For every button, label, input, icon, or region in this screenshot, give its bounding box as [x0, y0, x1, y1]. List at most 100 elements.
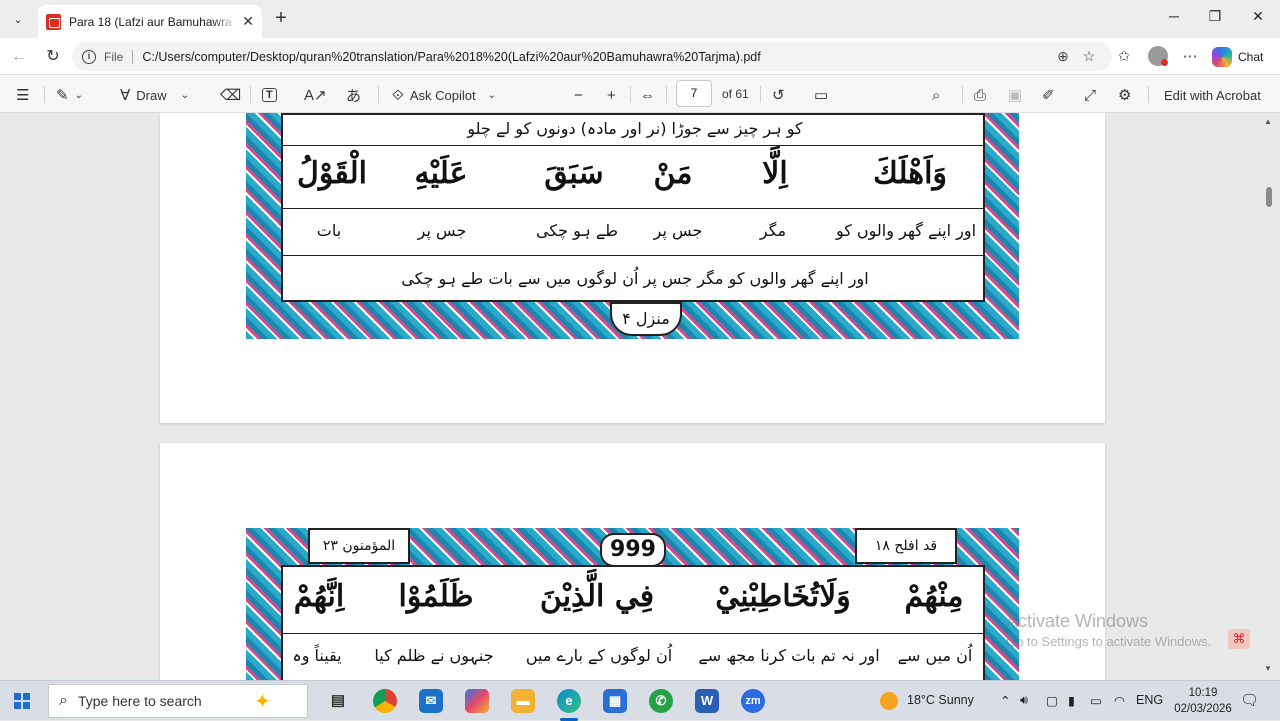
- highlight-button[interactable]: ✎ ⌄: [56, 85, 83, 105]
- edit-with-acrobat-button[interactable]: Edit with Acrobat: [1164, 85, 1261, 105]
- wifi-icon[interactable]: ◠: [1114, 693, 1125, 708]
- acrobat-icon[interactable]: ⌘: [1228, 629, 1250, 649]
- save-as-icon[interactable]: ✐: [1042, 85, 1055, 105]
- urdu-word: جس پر: [417, 221, 467, 240]
- language-indicator[interactable]: ENG: [1136, 693, 1163, 707]
- favorite-star-icon[interactable]: ☆: [1080, 48, 1098, 66]
- scroll-up-icon[interactable]: ▲: [1264, 117, 1272, 126]
- page-number-badge: 999: [600, 533, 666, 567]
- fit-width-icon[interactable]: ⇔: [640, 85, 655, 105]
- favorites-icon[interactable]: ✩: [1114, 47, 1134, 67]
- new-tab-button[interactable]: +: [270, 8, 292, 30]
- arabic-word: مَنْ: [653, 156, 693, 191]
- browser-title-bar: ⌄ Para 18 (Lafzi aur Bamuhawra Tarjma).p…: [0, 0, 1280, 38]
- search-placeholder: Type here to search: [77, 693, 202, 709]
- arabic-word: عَلَيْهِ: [414, 156, 468, 191]
- urdu-word: بات: [316, 221, 342, 240]
- add-text-icon[interactable]: T: [262, 85, 277, 105]
- urdu-sentence: اور اپنے گھر والوں کو مگر جس پر اُن لوگو…: [401, 269, 869, 288]
- divider: [1148, 86, 1149, 103]
- read-aloud-icon[interactable]: A↗: [304, 85, 327, 105]
- store-icon[interactable]: ▦: [603, 689, 627, 713]
- page-view-icon[interactable]: ▭: [814, 85, 828, 105]
- more-menu-icon[interactable]: ⋯: [1180, 47, 1200, 67]
- tab-actions-menu[interactable]: ⌄: [6, 8, 30, 30]
- urdu-word: اور اپنے گھر والوں کو: [835, 221, 977, 240]
- divider: [44, 86, 45, 103]
- arabic-word: سَبَقَ: [544, 156, 604, 191]
- zoom-in-button[interactable]: +: [607, 85, 616, 105]
- maximize-button[interactable]: ❐: [1195, 8, 1235, 30]
- info-icon[interactable]: i: [82, 49, 96, 64]
- weather-sun-icon[interactable]: [880, 692, 898, 710]
- zoom-app-icon[interactable]: zm: [741, 689, 765, 713]
- copilot-chat-button[interactable]: Chat: [1212, 45, 1263, 69]
- row-arabic: وَاَهْلَكَ اِلَّا مَنْ سَبَقَ عَلَيْهِ ا…: [283, 146, 983, 209]
- search-icon: ⌕: [59, 692, 68, 709]
- chat-label: Chat: [1238, 50, 1264, 64]
- settings-gear-icon[interactable]: ⚙: [1118, 85, 1131, 105]
- zoom-icon[interactable]: ⊕: [1054, 48, 1072, 66]
- text-panel: مِنْهُمْ وَلَاتُخَاطِبْنِيْ فِي الَّذِيْ…: [281, 565, 985, 680]
- volume-icon[interactable]: 🔊︎: [1020, 693, 1028, 708]
- back-button[interactable]: ←: [8, 46, 30, 68]
- tab-pdf[interactable]: Para 18 (Lafzi aur Bamuhawra Tarjma).pdf…: [38, 5, 262, 38]
- whatsapp-icon[interactable]: ✆: [649, 689, 673, 713]
- find-icon[interactable]: ⌕: [932, 85, 940, 105]
- task-view-icon[interactable]: ▤: [326, 689, 350, 713]
- page-number-input[interactable]: 7: [676, 80, 712, 107]
- tray-chevron-icon[interactable]: ⌃: [1000, 693, 1010, 708]
- microphone-icon[interactable]: ▮: [1068, 693, 1075, 708]
- weather-text[interactable]: 18°C Sunny: [907, 693, 974, 707]
- fullscreen-icon[interactable]: ⤢: [1084, 85, 1096, 105]
- battery-icon[interactable]: ▭: [1090, 693, 1102, 708]
- ask-copilot-button[interactable]: ⟐ Ask Copilot ⌄: [392, 85, 496, 105]
- draw-button[interactable]: ∀ Draw ⌄: [120, 85, 189, 105]
- divider: [132, 49, 134, 64]
- urdu-word: جس پر: [653, 221, 703, 240]
- close-window-button[interactable]: ✕: [1238, 8, 1278, 30]
- scroll-down-icon[interactable]: ▼: [1264, 664, 1272, 673]
- contents-icon[interactable]: ☰: [16, 85, 29, 105]
- row-urdu-words: اور اپنے گھر والوں کو مگر جس پر طے ہو چک…: [283, 209, 983, 256]
- profile-avatar[interactable]: [1148, 46, 1168, 66]
- file-explorer-icon[interactable]: ▬: [511, 689, 535, 713]
- url-text[interactable]: C:/Users/computer/Desktop/quran%20transl…: [142, 50, 760, 64]
- divider: [760, 86, 761, 103]
- translate-icon[interactable]: あ: [346, 85, 361, 105]
- word-icon[interactable]: W: [695, 689, 719, 713]
- close-tab-icon[interactable]: ✕: [242, 13, 254, 30]
- pdf-viewer[interactable]: کو ہر چیز سے جوڑا (نر اور مادہ) دونوں کو…: [0, 113, 1280, 680]
- start-button[interactable]: [14, 693, 30, 709]
- divider: [378, 86, 379, 103]
- pdf-toolbar: ☰ ✎ ⌄ ∀ Draw ⌄ ⌫ T A↗ あ ⟐ Ask Copilot ⌄ − + ⇔…: [0, 75, 1280, 113]
- print-icon[interactable]: ⎙: [974, 85, 986, 105]
- outlook-icon[interactable]: ✉: [419, 689, 443, 713]
- save-icon[interactable]: ▣: [1008, 85, 1022, 105]
- refresh-button[interactable]: ↻: [42, 46, 64, 68]
- battery-saver-icon[interactable]: ▢: [1046, 693, 1058, 708]
- windows-taskbar: ⌕ Type here to search ✦ ▤ ✉ ▬ e ▦ ✆ W zm…: [0, 680, 1280, 721]
- urdu-word: یقیناً وہ: [292, 646, 342, 665]
- notifications-icon[interactable]: 🗨︎: [1240, 691, 1259, 709]
- divider: [666, 86, 667, 103]
- urdu-top-line: کو ہر چیز سے جوڑا (نر اور مادہ) دونوں کو…: [467, 119, 803, 138]
- minimize-button[interactable]: ─: [1154, 8, 1194, 30]
- sparkle-icon[interactable]: ✦: [254, 689, 271, 714]
- surah-badge: المؤمنون ۲۳: [308, 528, 410, 564]
- eraser-icon[interactable]: ⌫: [220, 85, 241, 105]
- clock[interactable]: 10:19 02/03/2026: [1170, 685, 1236, 717]
- para-badge: قد افلح ۱۸: [855, 528, 957, 564]
- urdu-word: اُن لوگوں کے بارے میں: [525, 646, 673, 665]
- copilot-app-icon[interactable]: [465, 689, 489, 713]
- address-field[interactable]: i File C:/Users/computer/Desktop/quran%2…: [72, 42, 1112, 71]
- chrome-icon[interactable]: [373, 689, 397, 713]
- pdf-page-current: المؤمنون ۲۳ 999 قد افلح ۱۸ مِنْهُمْ وَلَ…: [160, 443, 1105, 680]
- edge-icon[interactable]: e: [557, 689, 581, 713]
- zoom-out-button[interactable]: −: [574, 85, 583, 105]
- rotate-icon[interactable]: ↺: [772, 85, 785, 105]
- arabic-word: ظَلَمُوْا: [398, 579, 474, 614]
- scrollbar-thumb[interactable]: [1266, 187, 1272, 207]
- arabic-word: وَاَهْلَكَ: [873, 156, 947, 191]
- vertical-scrollbar[interactable]: ▲ ▼: [1262, 113, 1276, 680]
